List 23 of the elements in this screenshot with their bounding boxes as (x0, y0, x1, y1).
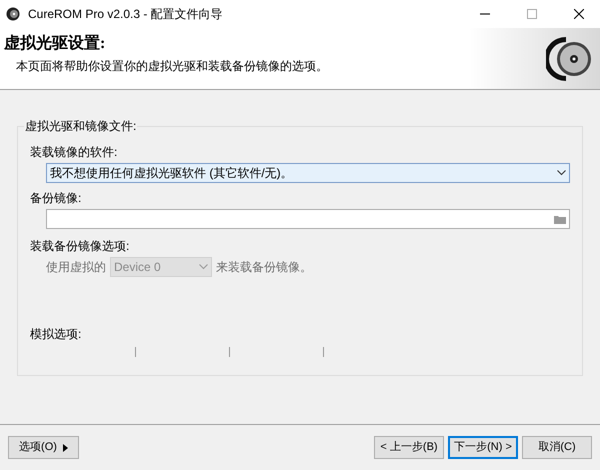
option-text: 来装载备份镜像。 (216, 259, 312, 276)
chevron-icon (199, 264, 208, 270)
software-dropdown[interactable]: 我不想使用任何虚拟光驱软件 (其它软件/无)。 (46, 163, 570, 183)
wizard-button[interactable]: 下一步(N) > (448, 436, 518, 459)
disc-icon (546, 34, 592, 82)
field-label: 备份镜像: (30, 190, 82, 207)
folder-icon[interactable] (554, 214, 566, 224)
page-title: 虚拟光驱设置: (4, 33, 106, 54)
close-icon[interactable] (574, 9, 584, 19)
chevron-icon (557, 170, 566, 176)
page-description: 本页面将帮助你设置你的虚拟光驱和装载备份镜像的选项。 (15, 58, 329, 75)
options-button[interactable]: 选项(O) (8, 436, 79, 459)
wizard-button[interactable]: < 上一步(B) (374, 436, 444, 459)
wizard-button[interactable]: 取消(C) (522, 436, 592, 459)
disc-icon (6, 7, 20, 21)
caret-icon (62, 444, 68, 452)
maximize-icon[interactable] (527, 9, 537, 19)
option-text: 使用虚拟的 (46, 259, 106, 276)
field-label: 装载备份镜像选项: (30, 238, 130, 255)
field-label: 装载镜像的软件: (30, 144, 118, 161)
window-title: CureROM Pro v2.0.3 - 配置文件向导 (28, 6, 223, 23)
group-title: 虚拟光驱和镜像文件: (24, 118, 138, 134)
field-label: 模拟选项: (30, 326, 82, 343)
